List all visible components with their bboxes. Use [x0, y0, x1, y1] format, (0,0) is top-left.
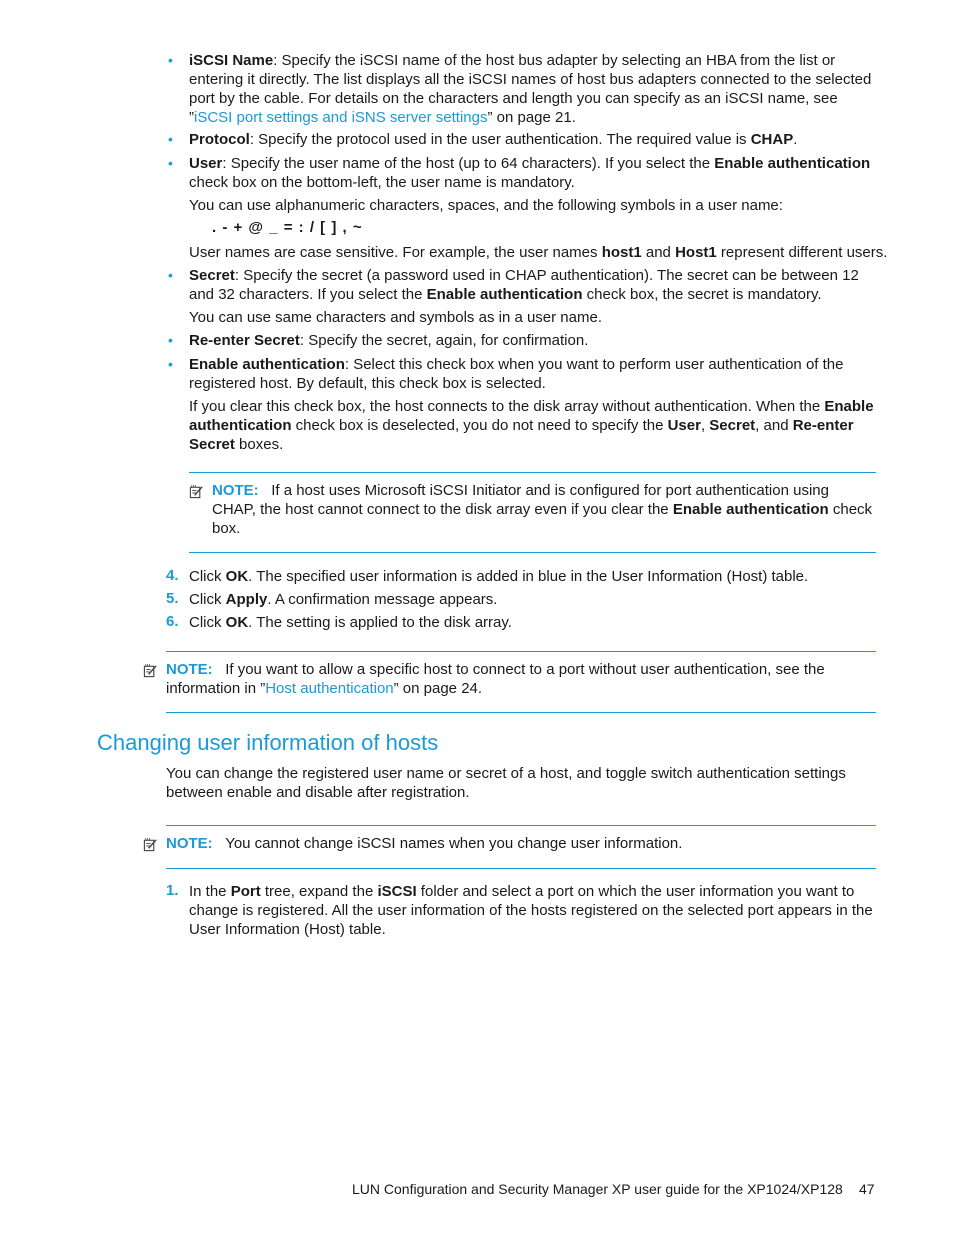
note-divider [166, 825, 876, 826]
step-4: Click OK. The specified user information… [189, 568, 809, 585]
link-iscsi-port-settings[interactable]: iSCSI port settings and iSNS server sett… [194, 109, 487, 126]
footer-title: LUN Configuration and Security Manager X… [352, 1181, 843, 1197]
user-symbols: . - + @ _ = : / [ ] , ~ [212, 219, 363, 236]
note-divider [166, 651, 876, 652]
page-number: 47 [859, 1181, 875, 1197]
step-6: Click OK. The setting is applied to the … [189, 614, 512, 631]
user-symbols-intro: You can use alphanumeric characters, spa… [189, 197, 783, 214]
bullet-marker: • [168, 356, 173, 372]
bullet-marker: • [168, 332, 173, 348]
bullet-reenter-secret: Re-enter Secret: Specify the secret, aga… [189, 332, 589, 349]
bullet-marker: • [168, 155, 173, 171]
note-iscsi-names: NOTE: You cannot change iSCSI names when… [166, 835, 683, 852]
bullet-protocol: Protocol: Specify the protocol used in t… [189, 131, 798, 148]
note-icon [143, 663, 157, 678]
step-number: 6. [166, 613, 179, 630]
secret-symbols-note: You can use same characters and symbols … [189, 309, 602, 326]
note-icon [189, 484, 203, 499]
step-5: Click Apply. A confirmation message appe… [189, 591, 498, 608]
link-host-authentication[interactable]: Host authentication [265, 680, 393, 697]
note-host-microsoft-initiator: NOTE: If a host uses Microsoft iSCSI Ini… [212, 482, 873, 537]
bullet-secret: Secret: Specify the secret (a password u… [189, 267, 859, 303]
bullet-user: User: Specify the user name of the host … [189, 155, 871, 191]
bullet-iscsi-name: iSCSI Name: Specify the iSCSI name of th… [189, 52, 872, 126]
bullet-marker: • [168, 52, 173, 68]
document-page: • iSCSI Name: Specify the iSCSI name of … [0, 0, 954, 1235]
note-host-authentication: NOTE: If you want to allow a specific ho… [166, 661, 825, 697]
bullet-enable-authentication: Enable authentication: Select this check… [189, 356, 844, 392]
user-case-sensitivity: User names are case sensitive. For examp… [189, 244, 888, 261]
note-icon [143, 837, 157, 852]
note-divider [166, 868, 876, 869]
section-intro: You can change the registered user name … [166, 765, 846, 801]
bullet-marker: • [168, 267, 173, 283]
enable-auth-detail: If you clear this check box, the host co… [189, 398, 874, 453]
term: iSCSI Name [189, 52, 274, 69]
note-divider [166, 712, 876, 713]
step-number: 5. [166, 590, 179, 607]
step-number: 1. [166, 882, 179, 899]
bullet-marker: • [168, 131, 173, 147]
note-divider [189, 472, 876, 473]
step-number: 4. [166, 567, 179, 584]
note-divider [189, 552, 876, 553]
section-heading: Changing user information of hosts [97, 730, 439, 755]
section-step-1: In the Port tree, expand the iSCSI folde… [189, 883, 873, 938]
